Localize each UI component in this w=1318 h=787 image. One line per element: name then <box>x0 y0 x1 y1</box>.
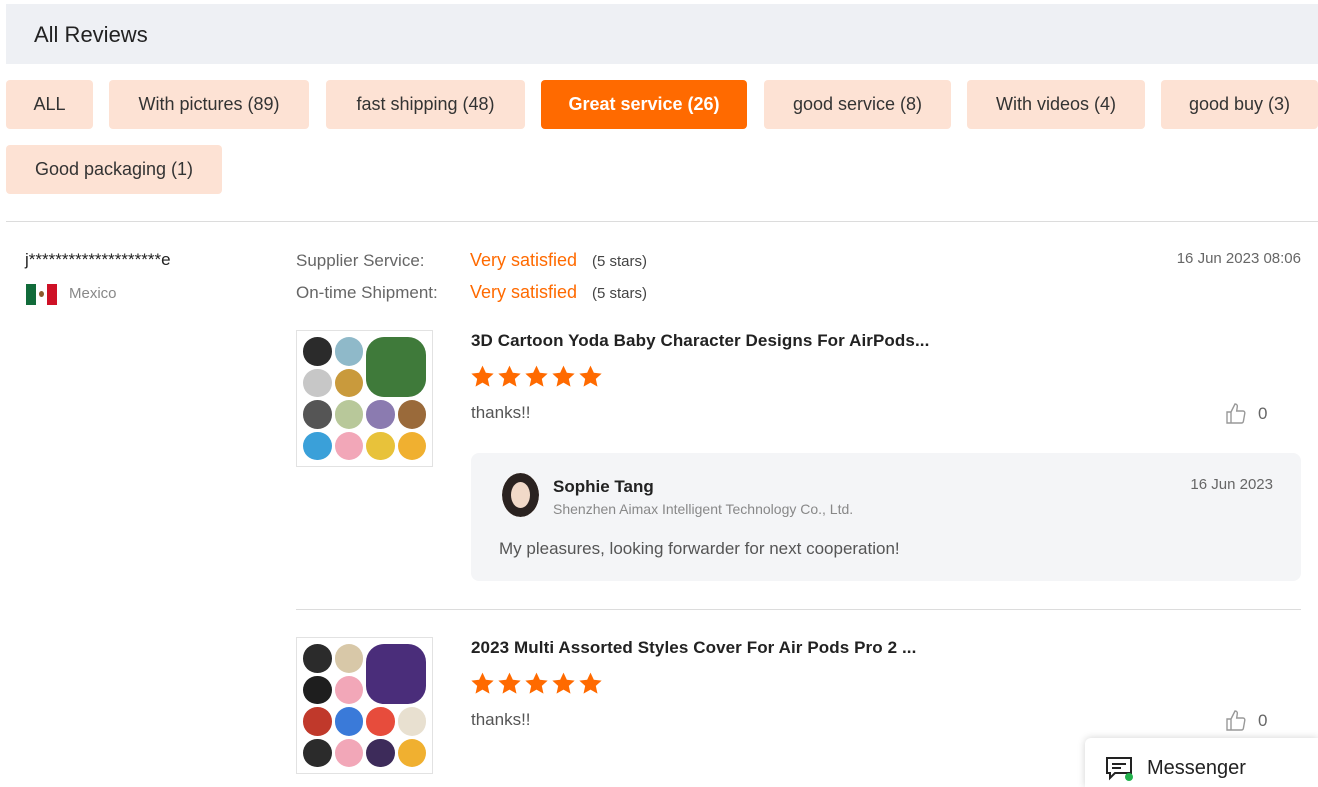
shipment-stars: (5 stars) <box>592 285 648 302</box>
reply-company: Shenzhen Aimax Intelligent Technology Co… <box>553 501 854 517</box>
divider <box>6 221 1318 222</box>
product-thumbnail[interactable] <box>296 330 433 467</box>
filter-chip-fast-shipping[interactable]: fast shipping (48) <box>326 80 525 129</box>
thumbs-up-icon <box>1226 710 1246 731</box>
mexico-flag-icon <box>26 284 57 305</box>
like-count: 0 <box>1258 404 1268 423</box>
divider <box>296 609 1301 610</box>
messenger-label: Messenger <box>1147 757 1246 779</box>
review-text: thanks!! <box>471 710 531 729</box>
page-title: All Reviews <box>34 22 148 47</box>
filter-chip-all[interactable]: ALL <box>6 80 93 129</box>
shipment-value: Very satisfied <box>470 282 578 302</box>
reply-text: My pleasures, looking forwarder for next… <box>499 539 900 558</box>
star-icon <box>552 365 575 387</box>
chat-icon <box>1106 757 1133 781</box>
product-title[interactable]: 3D Cartoon Yoda Baby Character Designs F… <box>471 331 929 351</box>
like-button[interactable]: 0 <box>1224 709 1267 733</box>
filter-chip-good-buy[interactable]: good buy (3) <box>1161 80 1318 129</box>
supplier-reply: Sophie Tang Shenzhen Aimax Intelligent T… <box>471 453 1301 581</box>
supplier-service-value: Very satisfied <box>470 250 578 270</box>
reply-date: 16 Jun 2023 <box>1190 476 1273 493</box>
star-icon <box>579 365 602 387</box>
reviews-header: All Reviews <box>6 4 1318 64</box>
supplier-service-label: Supplier Service: <box>296 251 425 270</box>
filter-chip-great-service[interactable]: Great service (26) <box>541 80 747 129</box>
star-icon <box>471 365 494 387</box>
product-thumbnail[interactable] <box>296 637 433 774</box>
avatar <box>502 473 539 517</box>
thumbs-up-icon <box>1226 403 1246 424</box>
filter-chip-with-videos[interactable]: With videos (4) <box>967 80 1145 129</box>
star-rating <box>470 364 603 389</box>
review-text: thanks!! <box>471 403 531 422</box>
reply-author-name: Sophie Tang <box>553 477 654 496</box>
filter-chip-with-pictures[interactable]: With pictures (89) <box>109 80 309 129</box>
star-icon <box>525 365 548 387</box>
filter-chip-good-service[interactable]: good service (8) <box>764 80 951 129</box>
star-rating <box>470 671 603 696</box>
review-date: 16 Jun 2023 08:06 <box>1176 250 1301 267</box>
star-icon <box>498 365 521 387</box>
star-icon <box>579 672 602 694</box>
reviewer-name: j********************e <box>25 250 171 269</box>
star-icon <box>552 672 575 694</box>
like-button[interactable]: 0 <box>1224 402 1267 426</box>
like-count: 0 <box>1258 711 1268 730</box>
product-title[interactable]: 2023 Multi Assorted Styles Cover For Air… <box>471 638 916 658</box>
shipment-label: On-time Shipment: <box>296 283 438 302</box>
star-icon <box>525 672 548 694</box>
supplier-service-stars: (5 stars) <box>592 253 648 270</box>
reviewer-country: Mexico <box>69 285 117 302</box>
star-icon <box>498 672 521 694</box>
filter-chip-good-packaging[interactable]: Good packaging (1) <box>6 145 222 194</box>
messenger-button[interactable]: Messenger <box>1085 738 1318 787</box>
star-icon <box>471 672 494 694</box>
